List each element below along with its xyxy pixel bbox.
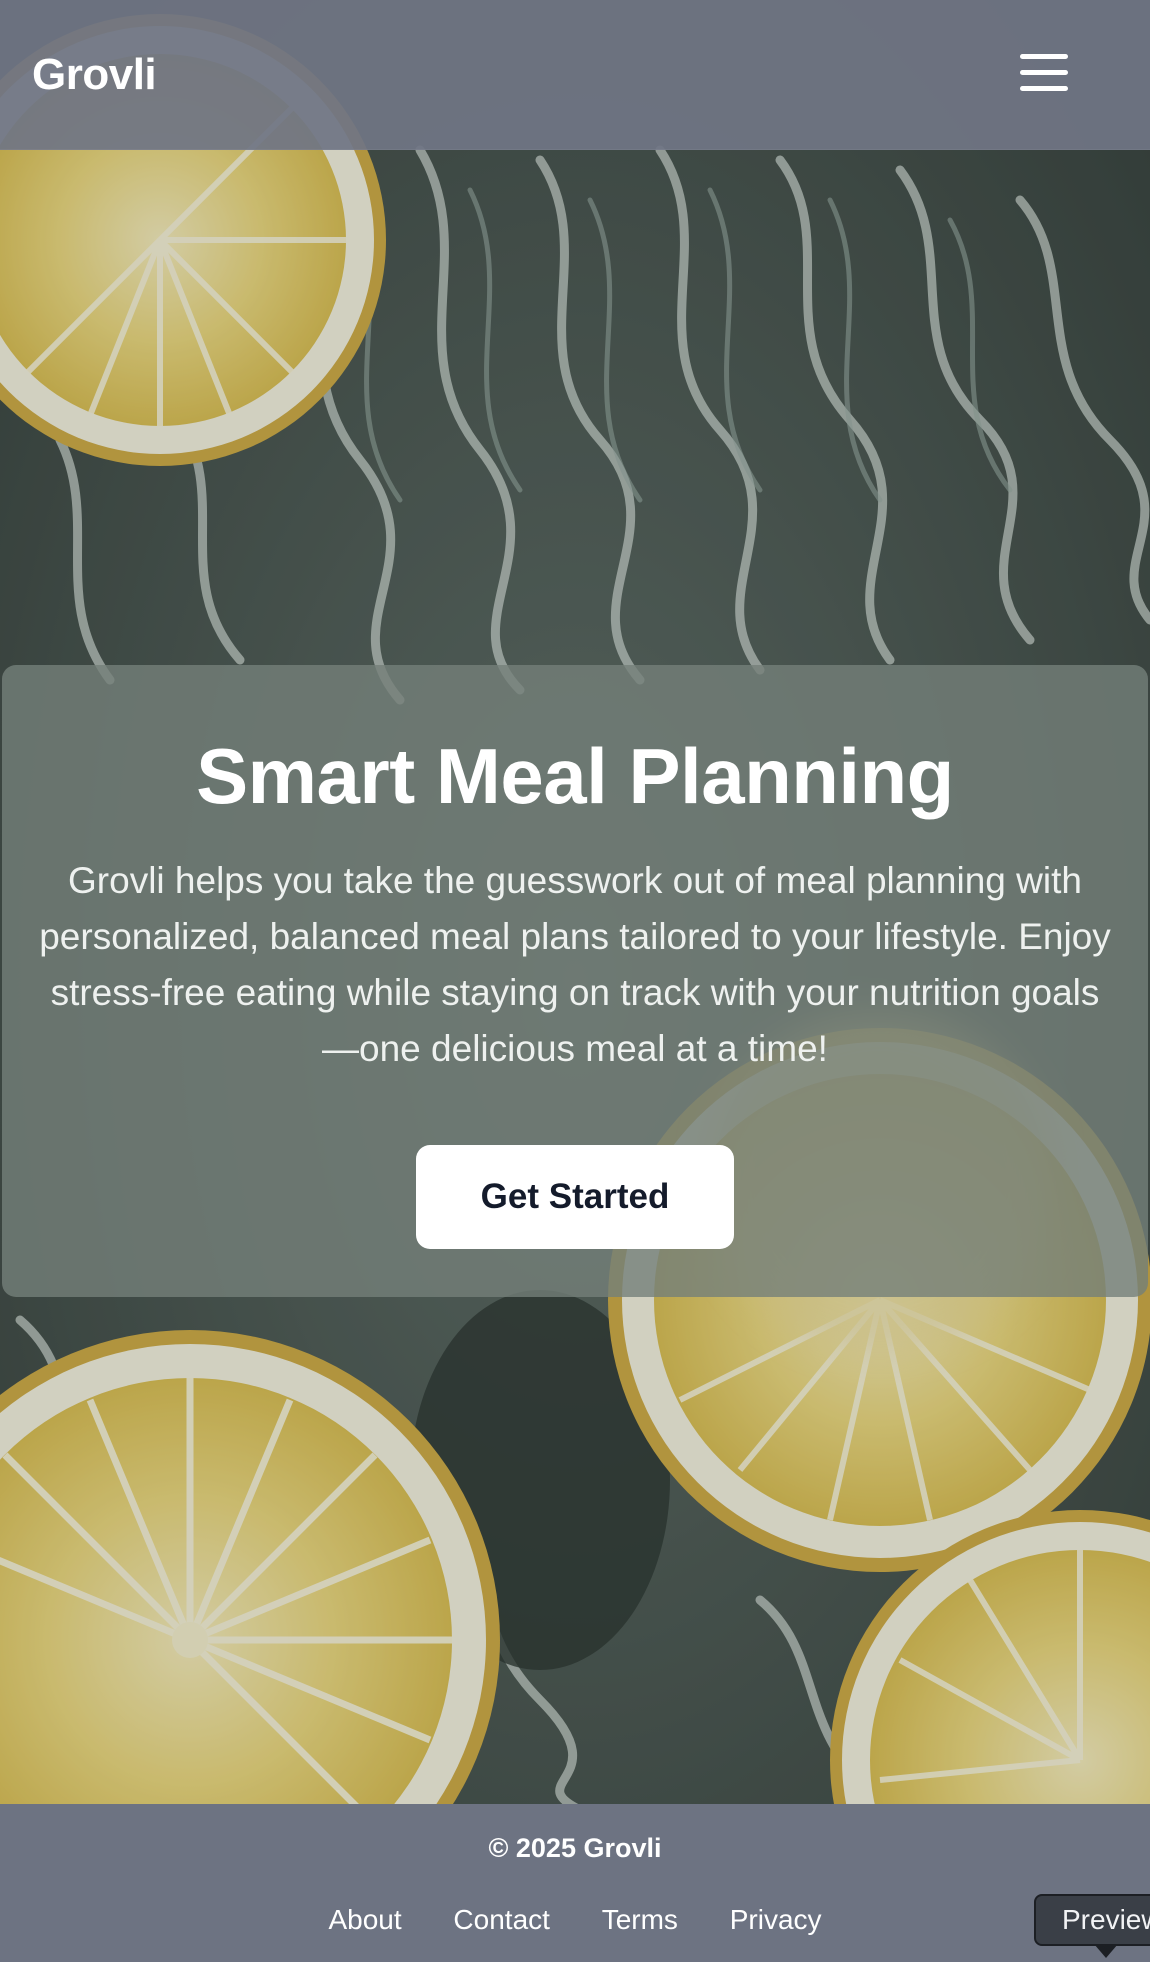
preview-badge-pointer xyxy=(1094,1944,1118,1958)
top-navigation-bar: Grovli xyxy=(0,0,1150,150)
hero-description: Grovli helps you take the guesswork out … xyxy=(39,860,1111,1069)
hamburger-menu-icon[interactable] xyxy=(1010,46,1074,102)
footer-link-privacy[interactable]: Privacy xyxy=(730,1904,822,1935)
landing-page: Grovli Smart Meal Planning Grovli helps … xyxy=(0,0,1150,1962)
footer-links: About Contact Terms Privacy xyxy=(0,1901,1150,1939)
copyright-text: © 2025 Grovli xyxy=(488,1833,662,1863)
menu-bar-line xyxy=(1020,70,1068,75)
hero-card: Smart Meal Planning Grovli helps you tak… xyxy=(2,665,1148,1297)
page-footer: © 2025 Grovli About Contact Terms Privac… xyxy=(0,1804,1150,1962)
footer-link-about[interactable]: About xyxy=(328,1904,401,1935)
menu-bar-line xyxy=(1020,54,1068,59)
brand-logo[interactable]: Grovli xyxy=(32,48,157,102)
get-started-button[interactable]: Get Started xyxy=(416,1145,734,1249)
footer-link-terms[interactable]: Terms xyxy=(602,1904,678,1935)
preview-badge[interactable]: Preview xyxy=(1034,1894,1150,1946)
footer-link-contact[interactable]: Contact xyxy=(453,1904,550,1935)
hero-title: Smart Meal Planning xyxy=(196,732,954,820)
menu-bar-line xyxy=(1020,86,1068,91)
